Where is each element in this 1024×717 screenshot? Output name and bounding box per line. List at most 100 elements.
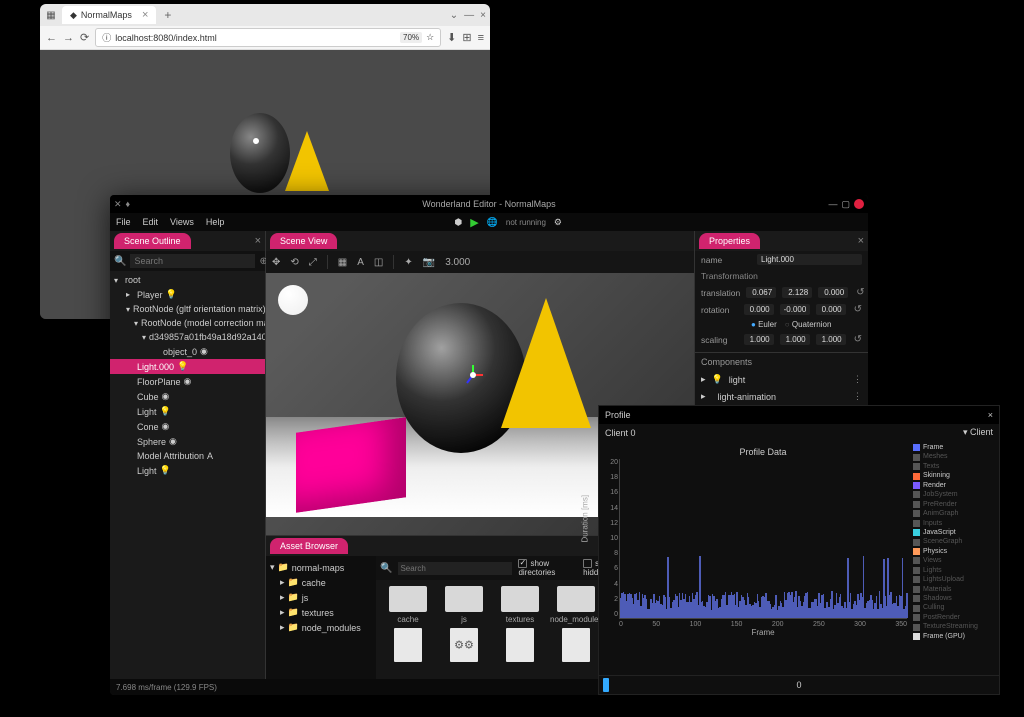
translation-x[interactable]: 0.067 <box>746 287 776 298</box>
show-dirs-checkbox[interactable] <box>518 559 527 568</box>
scaling-y[interactable]: 1.000 <box>780 334 810 345</box>
legend-item[interactable]: JobSystem <box>913 490 997 499</box>
scaling-z[interactable]: 1.000 <box>816 334 846 345</box>
url-input[interactable]: ⓘ localhost:8080/index.html 70% ☆ <box>95 28 441 47</box>
move-tool-icon[interactable]: ✥ <box>272 257 280 268</box>
legend-item[interactable]: Inputs <box>913 519 997 528</box>
client-dropdown[interactable]: ▾ Client <box>963 427 993 438</box>
asset-folder[interactable]: textures <box>494 586 546 624</box>
translation-y[interactable]: 2.128 <box>782 287 812 298</box>
name-field[interactable]: Light.000 <box>757 254 862 265</box>
legend-item[interactable]: Shadows <box>913 594 997 603</box>
outline-item[interactable]: ▾root <box>110 273 265 287</box>
window-close-icon[interactable]: × <box>480 10 486 21</box>
outline-item[interactable]: Model Attribution A <box>110 449 265 463</box>
asset-file[interactable] <box>494 628 546 665</box>
legend-item[interactable]: Frame (GPU) <box>913 632 997 641</box>
rotate-tool-icon[interactable]: ⟲ <box>290 257 298 268</box>
play-button[interactable]: ▶ <box>470 216 478 229</box>
window-minimize-icon[interactable]: — <box>464 10 474 21</box>
browser-tab[interactable]: ◆ NormalMaps × <box>62 6 156 24</box>
component-row[interactable]: ▸💡light⋮ <box>695 371 868 388</box>
outline-item[interactable]: Sphere ◉ <box>110 434 265 449</box>
profiler-close-icon[interactable]: × <box>988 410 993 420</box>
outline-item[interactable]: Light 💡 <box>110 463 265 478</box>
window-close-button[interactable] <box>854 199 864 209</box>
asset-folder[interactable]: node_modules <box>550 586 602 624</box>
gizmo-icon[interactable]: ✦ <box>404 257 412 268</box>
legend-item[interactable]: Lights <box>913 566 997 575</box>
reset-scaling-icon[interactable]: ↺ <box>854 334 862 345</box>
asset-file[interactable] <box>550 628 602 665</box>
window-menu-icon[interactable]: ⌄ <box>450 10 458 21</box>
reload-button[interactable]: ⟳ <box>80 31 89 44</box>
back-button[interactable]: ← <box>46 32 57 44</box>
compile-icon[interactable]: ⬢ <box>454 217 462 228</box>
scene-view-tab[interactable]: Scene View <box>270 233 337 249</box>
rotation-z[interactable]: 0.000 <box>816 304 846 315</box>
camera-icon[interactable]: 📷 <box>423 257 435 268</box>
asset-tree-item[interactable]: ▸📁textures <box>270 605 372 620</box>
profiler-chart[interactable]: Profile Data Duration [ms] 0246810121416… <box>599 441 911 675</box>
legend-item[interactable]: PostRender <box>913 613 997 622</box>
legend-item[interactable]: Texts <box>913 462 997 471</box>
browser-menu-icon[interactable]: ≡ <box>478 32 484 44</box>
asset-browser-tab[interactable]: Asset Browser <box>270 538 348 554</box>
scale-tool-icon[interactable]: ⤢ <box>309 257 317 268</box>
show-hidden-checkbox[interactable] <box>583 559 592 568</box>
translation-z[interactable]: 0.000 <box>818 287 848 298</box>
zoom-badge[interactable]: 70% <box>400 32 422 43</box>
outline-item[interactable]: Cone ◉ <box>110 419 265 434</box>
legend-item[interactable]: Skinning <box>913 471 997 480</box>
menu-file[interactable]: File <box>116 217 131 227</box>
asset-folder[interactable]: cache <box>382 586 434 624</box>
legend-item[interactable]: Views <box>913 556 997 565</box>
legend-item[interactable]: Frame <box>913 443 997 452</box>
outline-item[interactable]: Light 💡 <box>110 404 265 419</box>
download-icon[interactable]: ⬇ <box>447 31 456 44</box>
reset-rotation-icon[interactable]: ↺ <box>854 304 862 315</box>
extensions-icon[interactable]: ⊞ <box>462 31 471 44</box>
rotation-x[interactable]: 0.000 <box>744 304 774 315</box>
window-maximize-icon[interactable]: ▢ <box>841 199 850 210</box>
outline-item[interactable]: ▾d349857a01fb49a18d92a1403b2 <box>110 330 265 344</box>
asset-file[interactable] <box>382 628 434 665</box>
grid-tool-icon[interactable]: ▦ <box>338 257 347 268</box>
tab-close-icon[interactable]: × <box>142 9 148 21</box>
text-tool-icon[interactable]: A <box>357 257 364 268</box>
asset-tree-item[interactable]: ▸📁cache <box>270 575 372 590</box>
reset-translation-icon[interactable]: ↺ <box>856 287 864 298</box>
snap-tool-icon[interactable]: ◫ <box>374 257 383 268</box>
outline-item[interactable]: ▾RootNode (model correction matrix) <box>110 316 265 330</box>
scaling-x[interactable]: 1.000 <box>744 334 774 345</box>
properties-tab[interactable]: Properties <box>699 233 760 249</box>
outline-item[interactable]: ▸Player 💡 <box>110 287 265 302</box>
run-settings-icon[interactable]: ⚙ <box>554 217 562 228</box>
bookmark-icon[interactable]: ☆ <box>426 32 434 43</box>
legend-item[interactable]: SceneGraph <box>913 537 997 546</box>
window-system-icon[interactable]: ✕ <box>114 199 122 210</box>
legend-item[interactable]: TextureStreaming <box>913 622 997 631</box>
forward-button[interactable]: → <box>63 32 74 44</box>
window-pin-icon[interactable]: ♦ <box>126 199 131 210</box>
legend-item[interactable]: PreRender <box>913 500 997 509</box>
legend-item[interactable]: LightsUpload <box>913 575 997 584</box>
outline-search-input[interactable] <box>130 254 255 268</box>
outline-item[interactable]: ▾RootNode (gltf orientation matrix) <box>110 302 265 316</box>
legend-item[interactable]: Physics <box>913 547 997 556</box>
asset-search-input[interactable] <box>398 562 512 575</box>
outline-item[interactable]: object_0 ◉ <box>110 344 265 359</box>
new-tab-button[interactable]: + <box>160 8 175 22</box>
outline-item[interactable]: Light.000 💡 <box>110 359 265 374</box>
asset-tree-item[interactable]: ▸📁node_modules <box>270 620 372 635</box>
outline-item[interactable]: FloorPlane ◉ <box>110 374 265 389</box>
scene-outline-tab[interactable]: Scene Outline <box>114 233 191 249</box>
asset-tree-item[interactable]: ▸📁js <box>270 590 372 605</box>
panel-close-icon[interactable]: × <box>255 235 261 247</box>
asset-tree-item[interactable]: ▾📁normal-maps <box>270 560 372 575</box>
panel-close-icon[interactable]: × <box>858 235 864 247</box>
legend-item[interactable]: Materials <box>913 585 997 594</box>
quaternion-radio[interactable]: ○ Quaternion <box>785 320 832 329</box>
legend-item[interactable]: Render <box>913 481 997 490</box>
legend-item[interactable]: Meshes <box>913 452 997 461</box>
